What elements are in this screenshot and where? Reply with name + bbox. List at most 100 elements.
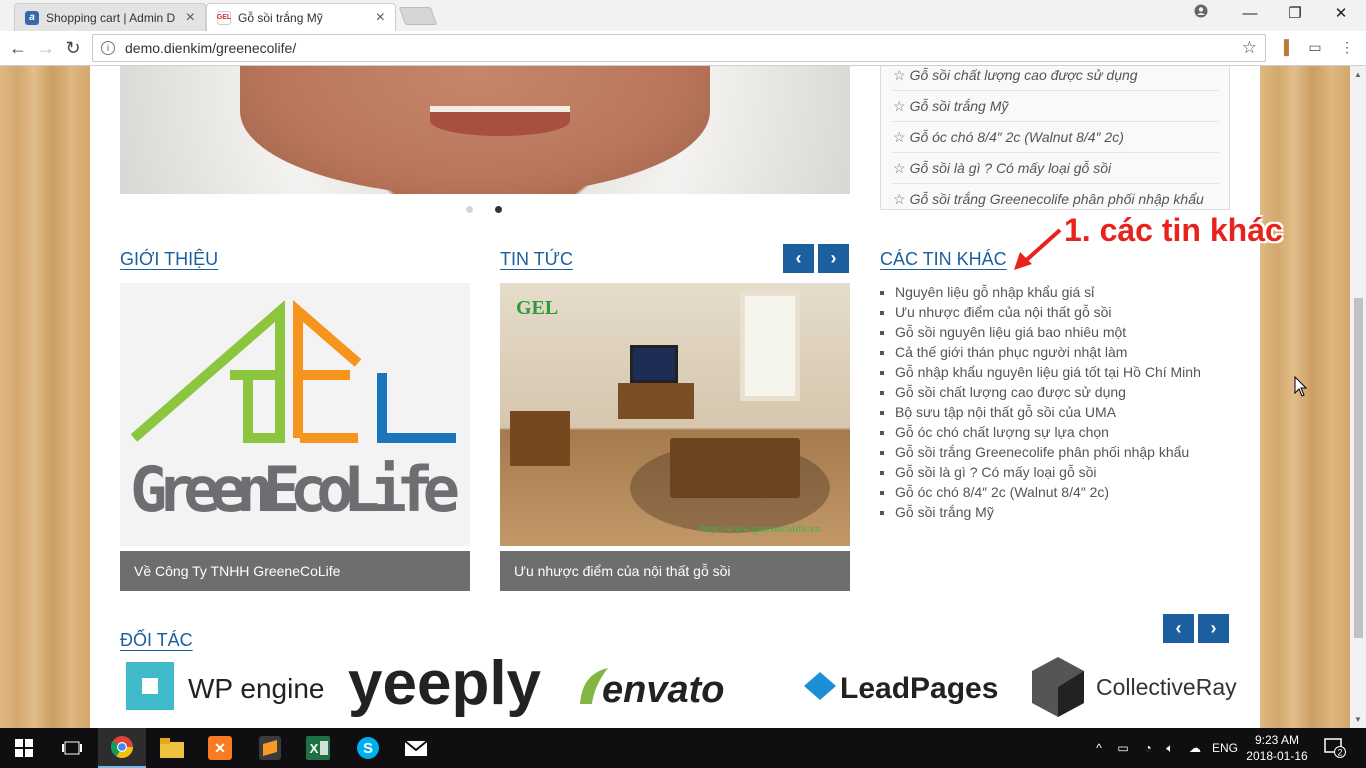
tab-title: Shopping cart | Admin D	[46, 10, 176, 25]
section-title-about[interactable]: GIỚI THIỆU	[120, 249, 218, 270]
clock-time: 9:23 AM	[1254, 733, 1300, 747]
page-scrollbar[interactable]: ▲ ▼	[1350, 66, 1366, 728]
partner-name: WP engine	[188, 673, 324, 704]
list-item[interactable]: Gỗ sồi trắng Greenecolife phân phối nhập…	[880, 442, 1250, 462]
web-page: ☆ Gỗ sồi chất lượng cao được sử dụng ☆ Gỗ …	[0, 66, 1366, 728]
language-indicator[interactable]: ENG	[1208, 728, 1242, 768]
sublime-text-icon[interactable]	[246, 728, 294, 768]
file-explorer-icon[interactable]	[148, 728, 196, 768]
leadpages-logo[interactable]: LeadPages	[800, 652, 1010, 722]
about-caption[interactable]: Về Công Ty TNHH GreeneCoLife	[120, 551, 470, 591]
cast-icon[interactable]: ▭	[1306, 39, 1324, 57]
profile-icon[interactable]	[1189, 4, 1213, 24]
next-arrow-icon[interactable]: ›	[1198, 614, 1229, 643]
list-item[interactable]: Gỗ sồi trắng Mỹ	[880, 502, 1250, 522]
list-item[interactable]: Gỗ sồi chất lượng cao được sử dụng	[880, 382, 1250, 402]
svg-text:S: S	[363, 740, 373, 757]
recent-post-item[interactable]: ☆ Gỗ óc chó 8/4″ 2c (Walnut 8/4″ 2c)	[891, 122, 1219, 153]
excel-icon[interactable]: X	[294, 728, 342, 768]
content-wrapper: ☆ Gỗ sồi chất lượng cao được sử dụng ☆ Gỗ …	[90, 66, 1283, 728]
task-view-icon[interactable]	[48, 728, 96, 768]
show-hidden-icons-icon[interactable]: ^	[1090, 728, 1108, 768]
start-icon[interactable]	[0, 728, 48, 768]
section-title-other-news[interactable]: CÁC TIN KHÁC	[880, 249, 1007, 270]
admin-favicon-icon: a	[25, 10, 39, 25]
living-room-image: GEL http://www.greenecolife.vn	[500, 283, 850, 546]
reload-icon[interactable]: ↻	[62, 37, 84, 59]
mail-icon[interactable]	[392, 728, 440, 768]
list-item[interactable]: Gỗ sồi nguyên liệu giá bao nhiêu một	[880, 322, 1250, 342]
news-caption[interactable]: Ưu nhược điểm của nội thất gỗ sồi	[500, 551, 850, 591]
address-bar[interactable]: i demo.dienkim/greenecolife/ ☆	[92, 34, 1266, 62]
greenecolife-logo-image: GreenEcoLife	[120, 283, 470, 546]
list-item[interactable]: Cả thế giới thán phục người nhật làm	[880, 342, 1250, 362]
volume-icon[interactable]: 🔈︎	[1160, 728, 1180, 768]
tab-go-soi-trang-my[interactable]: GEL Gỗ sồi trắng Mỹ ×	[206, 3, 396, 31]
recent-post-item[interactable]: ☆ Gỗ sồi trắng Mỹ	[891, 91, 1219, 122]
star-icon: ☆	[893, 191, 906, 207]
mouse-cursor-icon	[1294, 376, 1308, 397]
recent-post-item[interactable]: ☆ Gỗ sồi là gì ? Có mấy loại gỗ sồi	[891, 153, 1219, 184]
url-text: demo.dienkim/greenecolife/	[125, 40, 297, 56]
tab-admin[interactable]: a Shopping cart | Admin D ×	[14, 3, 206, 31]
info-icon[interactable]: i	[101, 41, 115, 55]
envato-logo[interactable]: envato	[572, 652, 782, 722]
close-tab-icon[interactable]: ×	[186, 9, 195, 27]
onedrive-icon[interactable]: ☁	[1184, 728, 1206, 768]
recent-post-item[interactable]: ☆ Gỗ sồi trắng Greenecolife phân phối nhậ…	[891, 184, 1219, 215]
chrome-icon[interactable]	[98, 728, 146, 768]
other-news-list: Nguyên liệu gỗ nhập khẩu giá sỉ Ưu nhược…	[880, 282, 1250, 522]
annotation-label: 1. các tin khác	[1064, 212, 1283, 248]
prev-arrow-icon[interactable]: ‹	[783, 244, 814, 273]
minimize-icon[interactable]: —	[1238, 4, 1262, 24]
list-item[interactable]: Gỗ nhập khẩu nguyên liệu giá tốt tại Hồ …	[880, 362, 1250, 382]
star-icon: ☆	[893, 129, 906, 145]
wifi-icon[interactable]: ◔	[1138, 728, 1158, 768]
next-arrow-icon[interactable]: ›	[818, 244, 849, 273]
list-item[interactable]: Ưu nhược điểm của nội thất gỗ sồi	[880, 302, 1250, 322]
back-icon[interactable]: ←	[7, 37, 29, 59]
list-item[interactable]: Nguyên liệu gỗ nhập khẩu giá sỉ	[880, 282, 1250, 302]
scroll-down-icon[interactable]: ▼	[1354, 715, 1362, 724]
slider-dot[interactable]	[466, 206, 473, 213]
new-tab-button[interactable]	[398, 7, 438, 25]
list-item[interactable]: Gỗ sồi là gì ? Có mấy loại gỗ sồi	[880, 462, 1250, 482]
list-item[interactable]: Gỗ óc chó chất lượng sự lựa chọn	[880, 422, 1250, 442]
collectiveray-logo[interactable]: CollectiveRay	[1030, 652, 1240, 722]
xampp-icon[interactable]: ✕	[196, 728, 244, 768]
section-title-partners[interactable]: ĐỐI TÁC	[120, 630, 193, 651]
menu-icon[interactable]: ⋮	[1338, 39, 1356, 57]
wpengine-logo[interactable]: WP engine	[124, 652, 324, 722]
recent-post-item[interactable]: ☆ Gỗ sồi chất lượng cao được sử dụng	[891, 66, 1219, 91]
clock[interactable]: 9:23 AM 2018-01-16	[1244, 728, 1310, 768]
yeeply-logo[interactable]: yeeply	[348, 652, 558, 722]
bookmark-star-icon[interactable]: ☆	[1242, 38, 1257, 58]
windows-taskbar: ✕ X S ^ ▭ ◔ 🔈︎ ☁ ENG 9:23 AM 2018-01-16 …	[0, 728, 1366, 768]
extension-icon[interactable]: ▐	[1275, 39, 1293, 57]
clock-date: 2018-01-16	[1246, 749, 1308, 763]
svg-text:✕: ✕	[214, 740, 226, 756]
forward-icon[interactable]: →	[35, 37, 57, 59]
logo-wordmark: GreenEcoLife	[130, 453, 460, 526]
skype-icon[interactable]: S	[344, 728, 392, 768]
action-center-icon[interactable]: 2	[1318, 728, 1352, 768]
close-window-icon[interactable]: ✕	[1329, 4, 1353, 24]
hero-slider[interactable]	[120, 66, 850, 194]
partner-name: LeadPages	[840, 672, 998, 705]
slider-dot-active[interactable]	[495, 206, 502, 213]
list-item[interactable]: Gỗ óc chó 8/4″ 2c (Walnut 8/4″ 2c)	[880, 482, 1250, 502]
browser-tab-bar: a Shopping cart | Admin D × GEL Gỗ sồi t…	[0, 0, 1366, 31]
scroll-thumb[interactable]	[1354, 298, 1363, 638]
news-card[interactable]: GEL http://www.greenecolife.vn Ưu nhược …	[500, 283, 850, 591]
about-card[interactable]: GreenEcoLife Về Công Ty TNHH GreeneCoLif…	[120, 283, 470, 591]
restore-icon[interactable]: ❐	[1283, 4, 1307, 24]
partner-name: CollectiveRay	[1096, 674, 1237, 700]
section-title-news[interactable]: TIN TỨC	[500, 249, 573, 270]
battery-icon[interactable]: ▭	[1113, 728, 1133, 768]
close-tab-icon[interactable]: ×	[376, 9, 385, 27]
scroll-up-icon[interactable]: ▲	[1354, 70, 1362, 79]
notification-count: 2	[1337, 748, 1342, 758]
list-item[interactable]: Bộ sưu tập nội thất gỗ sồi của UMA	[880, 402, 1250, 422]
prev-arrow-icon[interactable]: ‹	[1163, 614, 1194, 643]
star-icon: ☆	[893, 67, 906, 83]
